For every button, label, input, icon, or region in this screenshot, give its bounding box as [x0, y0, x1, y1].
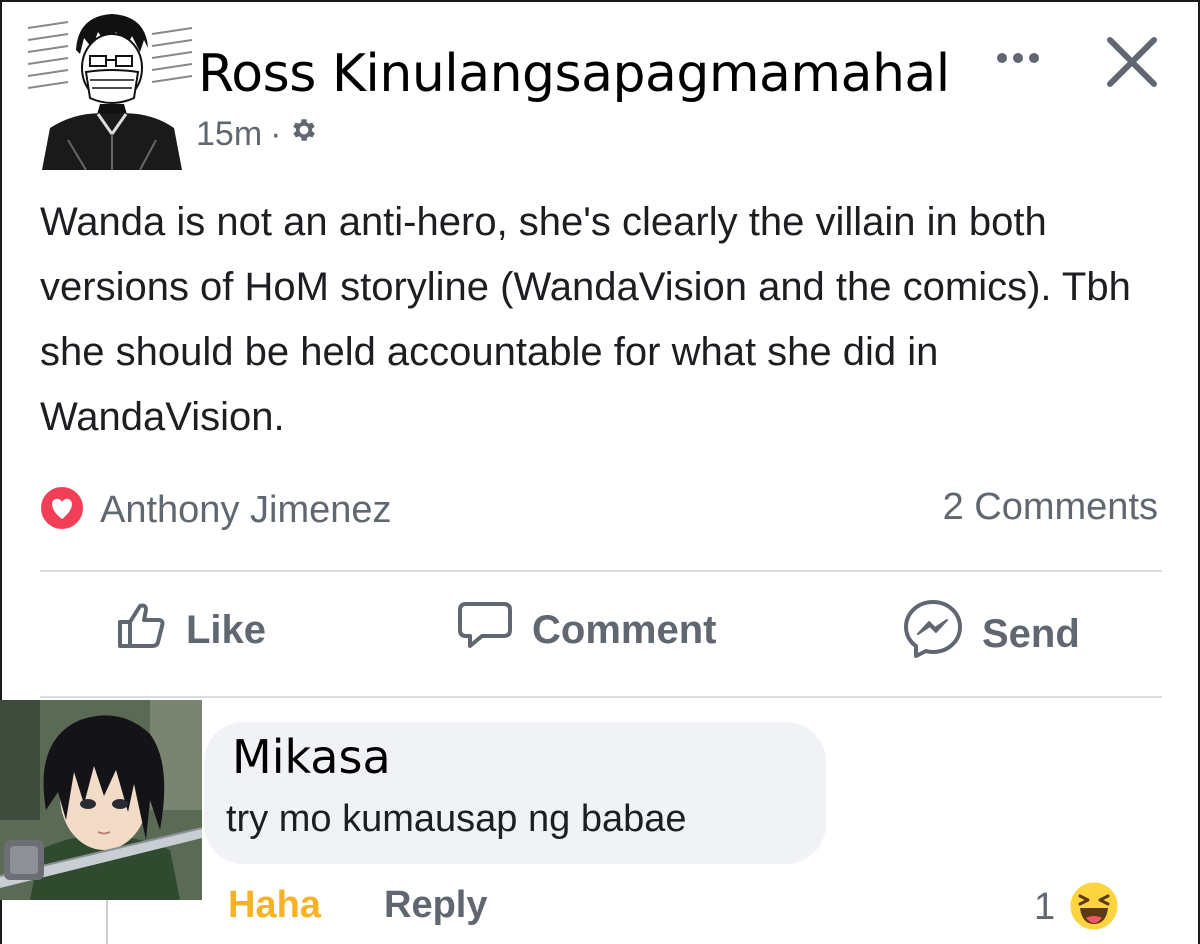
thread-line [106, 900, 108, 944]
poster-avatar[interactable] [28, 10, 192, 170]
comment-button[interactable]: Comment [456, 598, 716, 662]
divider [40, 570, 1162, 572]
comment-label: Comment [532, 607, 717, 652]
comment-count[interactable]: 2 Comments [943, 486, 1158, 529]
commenter-name[interactable]: Mikasa [232, 730, 391, 784]
commenter-avatar[interactable] [0, 700, 202, 900]
more-options-icon[interactable] [992, 38, 1048, 72]
meta-separator: · [270, 115, 282, 153]
comment-text: try mo kumausap ng babae [226, 798, 687, 840]
divider [40, 696, 1162, 698]
comment-reaction-count[interactable]: 1 [1034, 886, 1055, 929]
post-meta: 15m · [196, 115, 319, 154]
send-button[interactable]: Send [902, 598, 1080, 670]
post-text: Wanda is not an anti-hero, she's clearly… [40, 200, 1131, 439]
reactor-name: Anthony Jimenez [100, 489, 392, 531]
gear-icon [289, 115, 319, 154]
like-label: Like [186, 607, 267, 652]
haha-reaction-icon[interactable] [1066, 878, 1122, 934]
thumbs-up-icon [114, 598, 168, 662]
messenger-icon [902, 598, 964, 670]
close-icon[interactable] [1100, 32, 1164, 92]
send-label: Send [982, 611, 1080, 656]
reply-button[interactable]: Reply [384, 884, 487, 927]
post-time[interactable]: 15m [196, 115, 262, 154]
like-button[interactable]: Like [114, 598, 266, 662]
comment-bubble-icon [456, 598, 514, 662]
haha-reaction-button[interactable]: Haha [228, 884, 321, 927]
reactions-summary[interactable]: Anthony Jimenez [38, 484, 392, 537]
love-reaction-icon [38, 484, 86, 537]
poster-name[interactable]: Ross Kinulangsapagmamahal [198, 44, 950, 104]
